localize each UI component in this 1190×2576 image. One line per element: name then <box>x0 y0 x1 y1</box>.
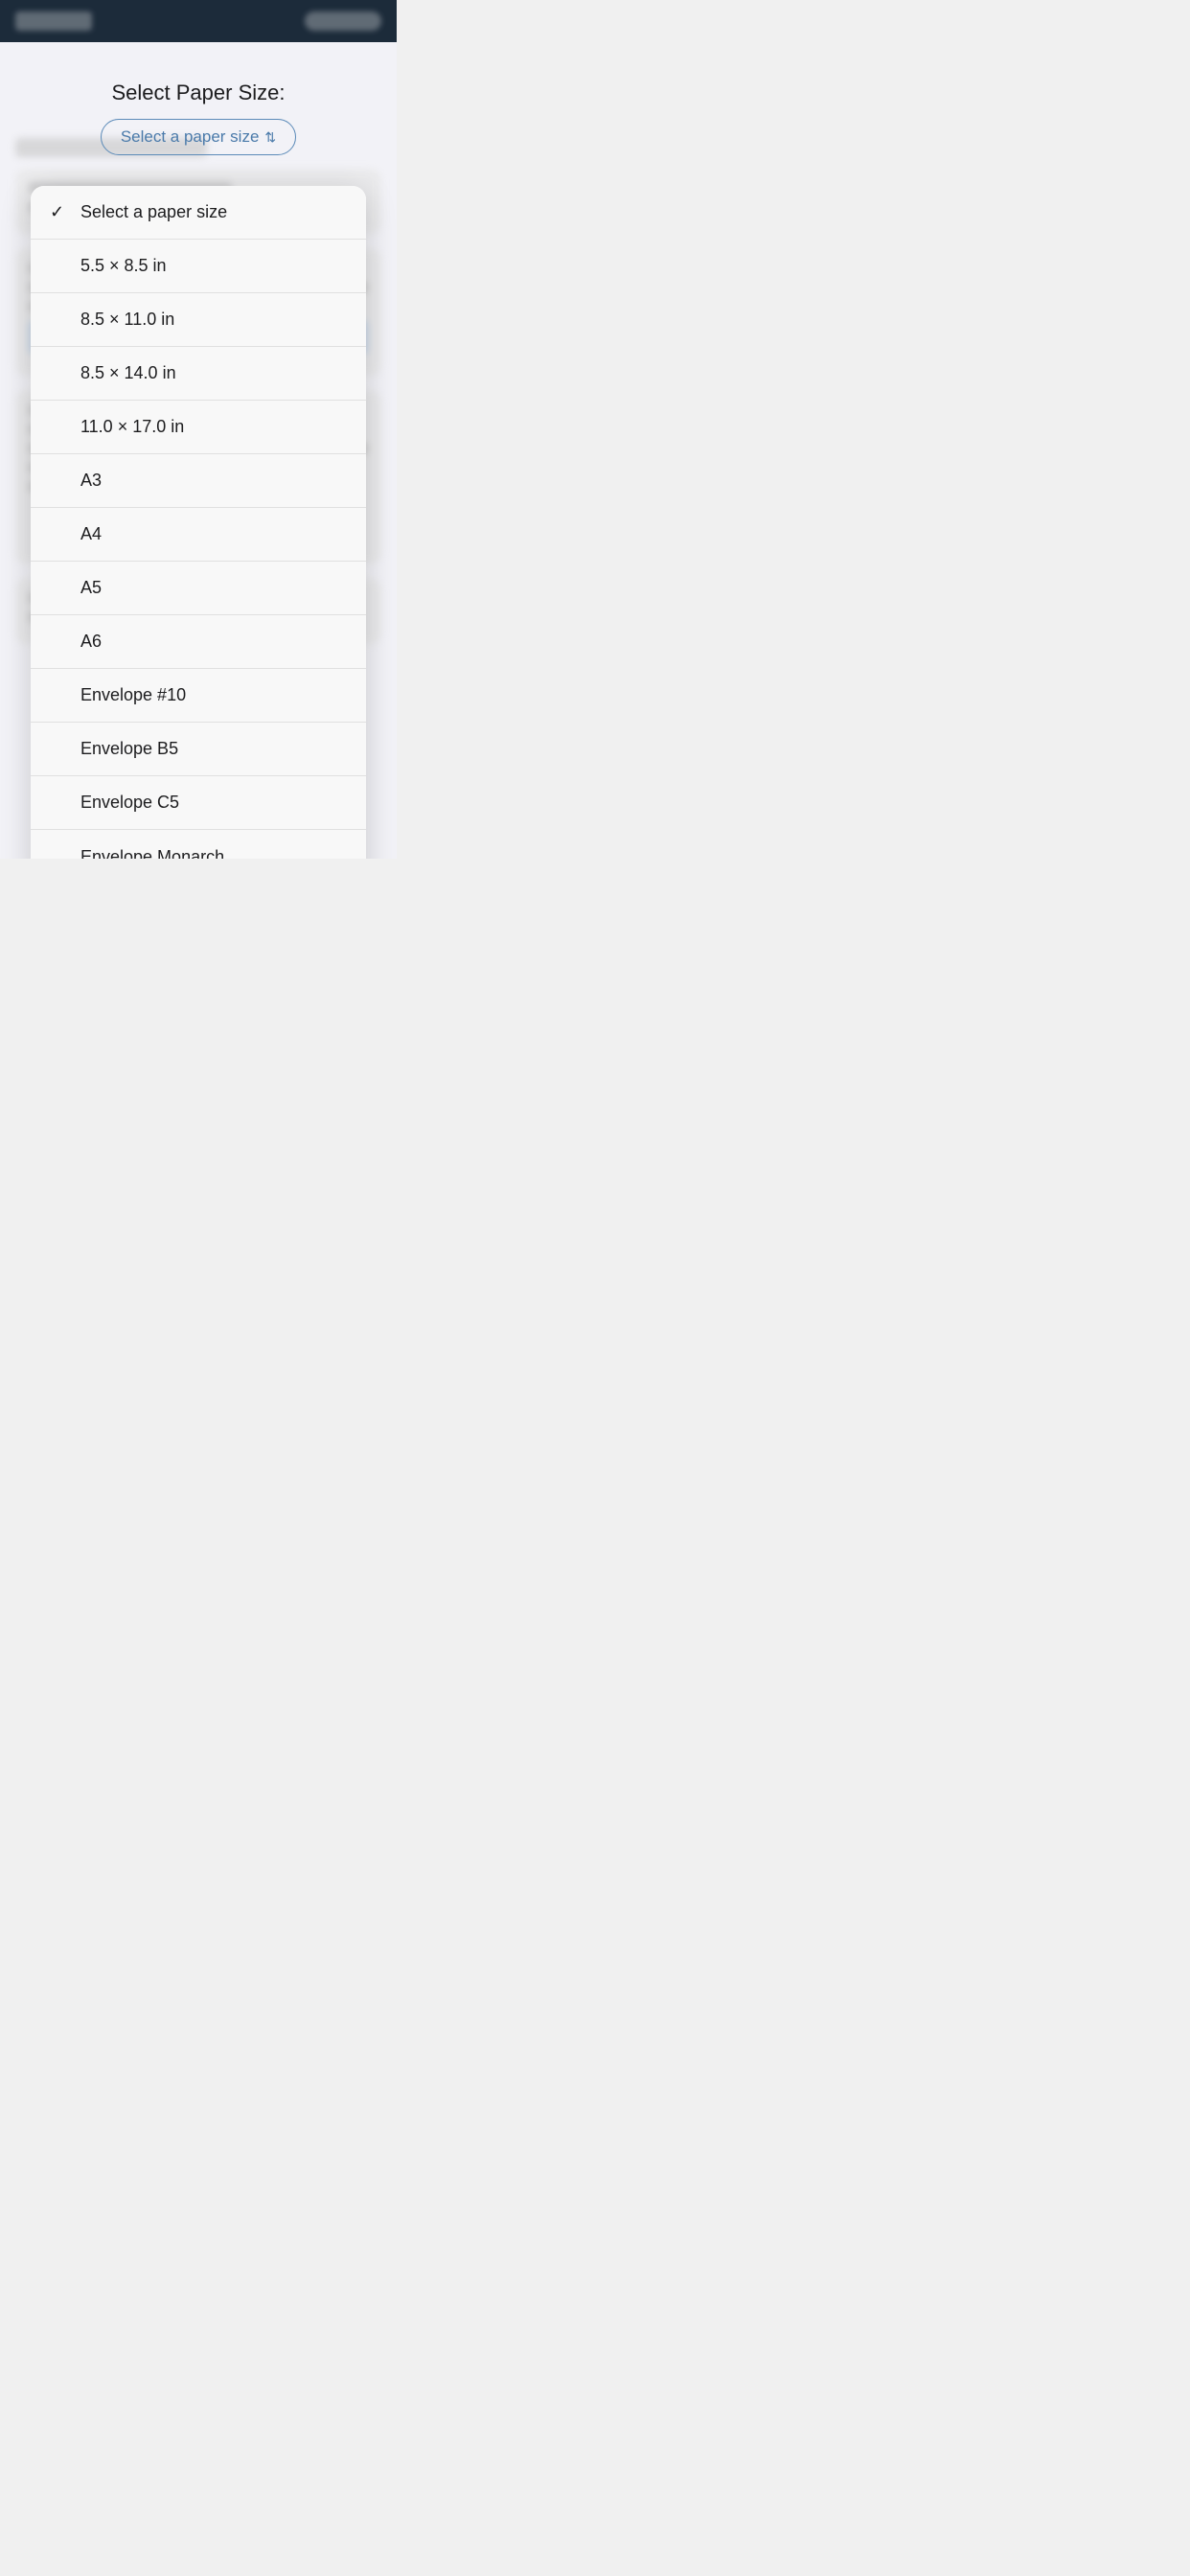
dropdown-item-label-11x17: 11.0 × 17.0 in <box>80 417 184 437</box>
dropdown-item-5x8[interactable]: 5.5 × 8.5 in <box>31 240 366 293</box>
dropdown-item-envb5[interactable]: Envelope B5 <box>31 723 366 776</box>
dropdown-item-11x17[interactable]: 11.0 × 17.0 in <box>31 401 366 454</box>
dropdown-item-label-a6: A6 <box>80 632 102 652</box>
dropdown-item-a5[interactable]: A5 <box>31 562 366 615</box>
dropdown-item-envmonarch[interactable]: Envelope Monarch <box>31 830 366 859</box>
dropdown-item-env10[interactable]: Envelope #10 <box>31 669 366 723</box>
dropdown-item-label-envmonarch: Envelope Monarch <box>80 847 224 860</box>
paper-size-label: Select Paper Size: <box>112 80 286 105</box>
dropdown-item-label-envc5: Envelope C5 <box>80 793 179 813</box>
dropdown-item-a6[interactable]: A6 <box>31 615 366 669</box>
check-icon-default: ✓ <box>50 202 73 222</box>
paper-size-section: Select Paper Size: Select a paper size ⇅ <box>0 80 397 165</box>
main-content: Select Paper Size: Select a paper size ⇅… <box>0 42 397 859</box>
dropdown-item-label-a4: A4 <box>80 524 102 544</box>
paper-size-dropdown[interactable]: ✓ Select a paper size 5.5 × 8.5 in 8.5 × 11… <box>31 186 366 859</box>
top-navigation <box>0 0 397 42</box>
nav-left-placeholder <box>15 12 92 31</box>
dropdown-item-label-envb5: Envelope B5 <box>80 739 178 759</box>
dropdown-item-envc5[interactable]: Envelope C5 <box>31 776 366 830</box>
dropdown-item-a3[interactable]: A3 <box>31 454 366 508</box>
dropdown-item-a4[interactable]: A4 <box>31 508 366 562</box>
dropdown-item-label-8x14: 8.5 × 14.0 in <box>80 363 176 383</box>
dropdown-item-8x11[interactable]: 8.5 × 11.0 in <box>31 293 366 347</box>
dropdown-item-label-a3: A3 <box>80 471 102 491</box>
dropdown-item-label-default: Select a paper size <box>80 202 227 222</box>
select-arrow-icon: ⇅ <box>264 129 276 146</box>
select-button-text: Select a paper size <box>121 127 260 147</box>
dropdown-item-label-5x8: 5.5 × 8.5 in <box>80 256 167 276</box>
dropdown-item-label-8x11: 8.5 × 11.0 in <box>80 310 174 330</box>
paper-size-select-button[interactable]: Select a paper size ⇅ <box>101 119 296 155</box>
dropdown-item-8x14[interactable]: 8.5 × 14.0 in <box>31 347 366 401</box>
dropdown-item-label-env10: Envelope #10 <box>80 685 186 705</box>
dropdown-item-default[interactable]: ✓ Select a paper size <box>31 186 366 240</box>
nav-right-placeholder <box>305 12 381 31</box>
dropdown-item-label-a5: A5 <box>80 578 102 598</box>
